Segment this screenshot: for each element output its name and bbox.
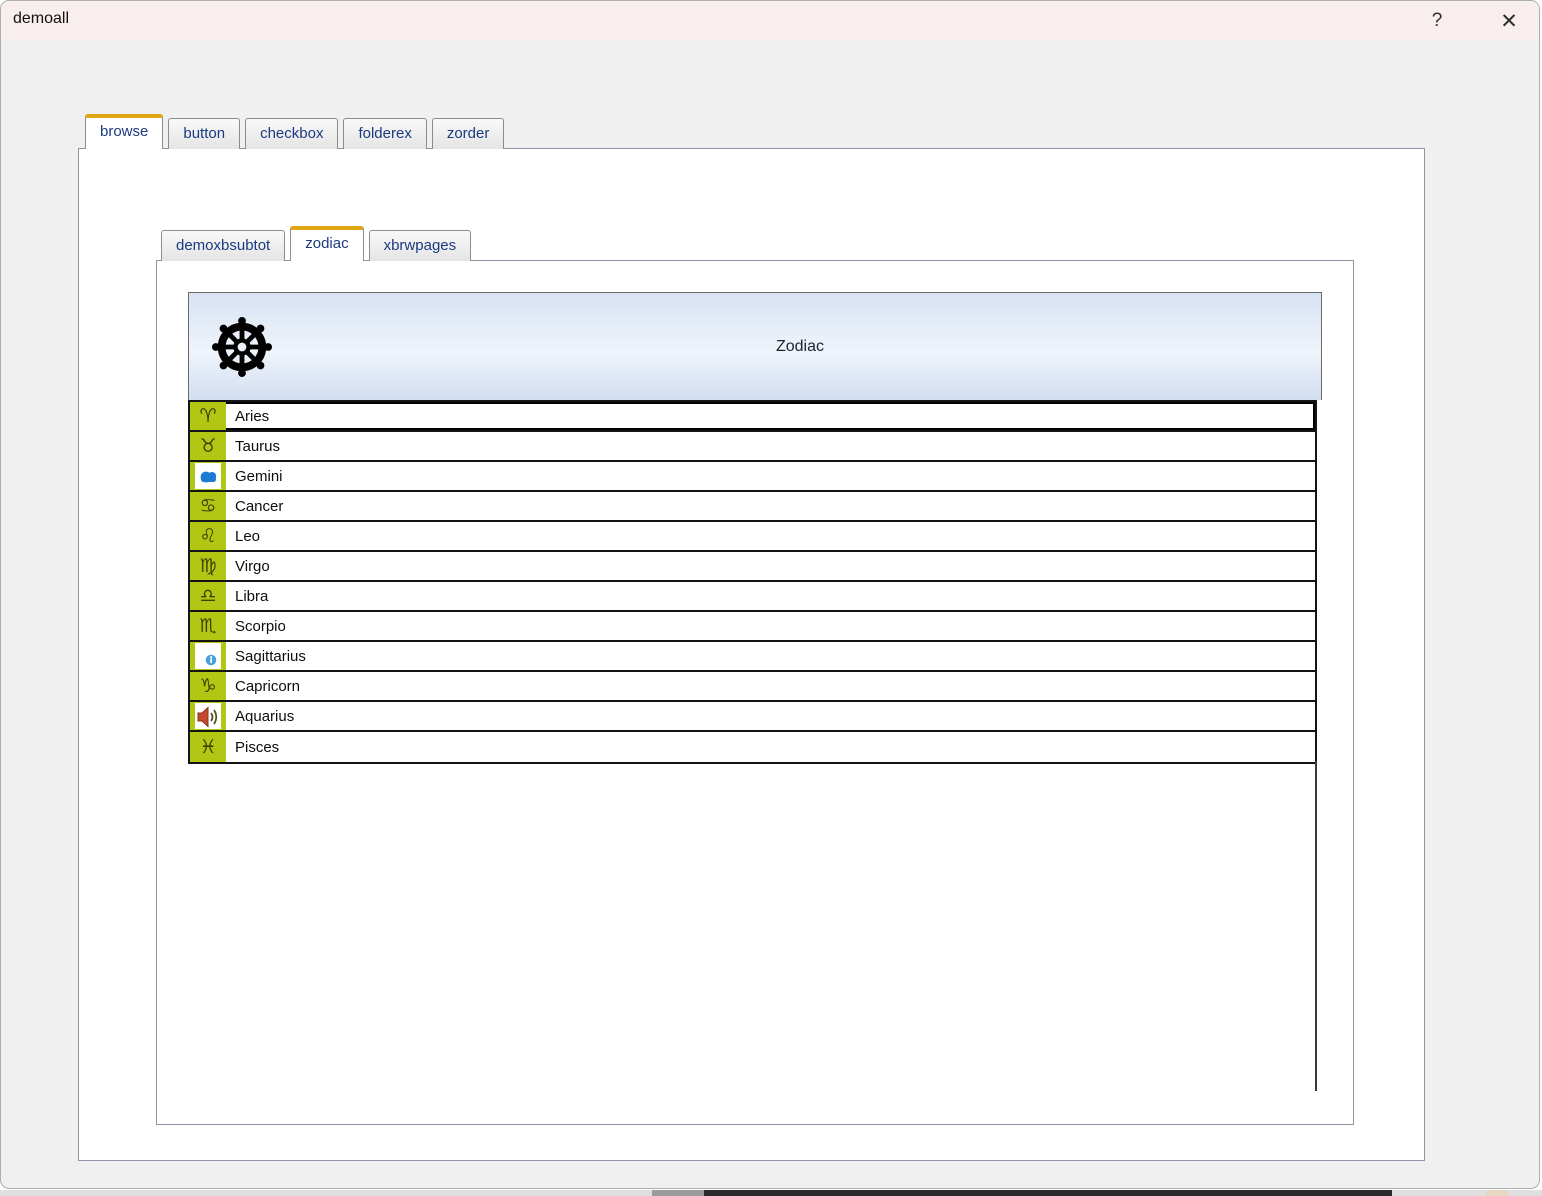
zodiac-row[interactable]: Gemini xyxy=(190,462,1315,492)
subtab-demoxbsubtot[interactable]: demoxbsubtot xyxy=(161,230,286,261)
zodiac-row[interactable]: Sagittarius xyxy=(190,642,1315,672)
libra-glyph: ♎ xyxy=(190,582,226,610)
aries-glyph: ♈ xyxy=(190,402,226,430)
behind-window-strip-gray xyxy=(652,1190,704,1196)
zodiac-row-label: Scorpio xyxy=(235,617,286,635)
zodiac-row[interactable]: ♋ Cancer xyxy=(190,492,1315,522)
zodiac-row-label: Libra xyxy=(235,587,269,605)
zodiac-row-label: Aquarius xyxy=(235,707,295,725)
zodiac-row[interactable]: ♓ Pisces xyxy=(190,732,1315,762)
subtab-xbrwpages[interactable]: xbrwpages xyxy=(368,230,472,261)
zodiac-row[interactable]: ♉ Taurus xyxy=(190,432,1315,462)
tab-browse[interactable]: browse xyxy=(85,114,164,151)
zodiac-row[interactable]: ♑ Capricorn xyxy=(190,672,1315,702)
subtab-zodiac[interactable]: zodiac xyxy=(290,226,364,263)
taurus-glyph: ♉ xyxy=(190,432,226,460)
outer-tab-bar: browse button checkbox folderex zorder xyxy=(85,114,509,151)
behind-window-strip-dark xyxy=(704,1190,1392,1196)
zodiac-row[interactable]: ♏ Scorpio xyxy=(190,612,1315,642)
dharma-wheel-icon xyxy=(211,316,273,378)
scorpio-glyph: ♏ xyxy=(190,612,226,640)
zodiac-row[interactable]: ♌ Leo xyxy=(190,522,1315,552)
zodiac-list: ♈ Aries ♉ Taurus Gemini ♋ Cancer ♌ Leo ♍ Virgo ♎ Lib… xyxy=(188,400,1317,764)
zodiac-row[interactable]: ♎ Libra xyxy=(190,582,1315,612)
zodiac-row-label: Gemini xyxy=(235,467,283,485)
zodiac-row-label: Sagittarius xyxy=(235,647,306,665)
tab-folderex[interactable]: folderex xyxy=(343,118,427,149)
zodiac-row-label: Pisces xyxy=(235,738,280,756)
titlebar[interactable]: demoall ? ✕ xyxy=(1,1,1539,40)
inner-tab-bar: demoxbsubtot zodiac xbrwpages xyxy=(161,226,476,263)
capricorn-glyph: ♑ xyxy=(190,672,226,700)
browse-title: Zodiac xyxy=(775,337,825,355)
zodiac-row-label: Capricorn xyxy=(235,677,301,695)
speaker-icon xyxy=(190,702,226,730)
window-title: demoall xyxy=(13,10,70,27)
zodiac-row[interactable]: ♈ Aries xyxy=(190,402,1315,432)
help-button[interactable]: ? xyxy=(1423,7,1451,35)
tab-button[interactable]: button xyxy=(168,118,241,149)
pisces-glyph: ♓ xyxy=(190,732,226,762)
browse-right-border xyxy=(1315,761,1317,1091)
zodiac-row-label: Aries xyxy=(235,407,270,425)
zodiac-row-label: Leo xyxy=(235,527,261,545)
app-window: demoall ? ✕ browse button checkbox folderex… xyxy=(0,0,1540,1189)
tab-zorder[interactable]: zorder xyxy=(431,118,505,149)
zodiac-row-label: Taurus xyxy=(235,437,281,455)
close-icon[interactable]: ✕ xyxy=(1495,7,1523,35)
leo-glyph: ♌ xyxy=(190,522,226,550)
browse-header: Zodiac xyxy=(188,292,1322,400)
info-icon xyxy=(190,642,226,670)
tab-checkbox[interactable]: checkbox xyxy=(245,118,339,149)
virgo-glyph: ♍ xyxy=(190,552,226,580)
cancer-glyph: ♋ xyxy=(190,492,226,520)
behind-window-strip-beige xyxy=(1486,1190,1508,1196)
zodiac-row-label: Virgo xyxy=(235,557,270,575)
zodiac-row-label: Cancer xyxy=(235,497,284,515)
cloud-icon xyxy=(190,462,226,490)
zodiac-row[interactable]: ♍ Virgo xyxy=(190,552,1315,582)
zodiac-row[interactable]: Aquarius xyxy=(190,702,1315,732)
